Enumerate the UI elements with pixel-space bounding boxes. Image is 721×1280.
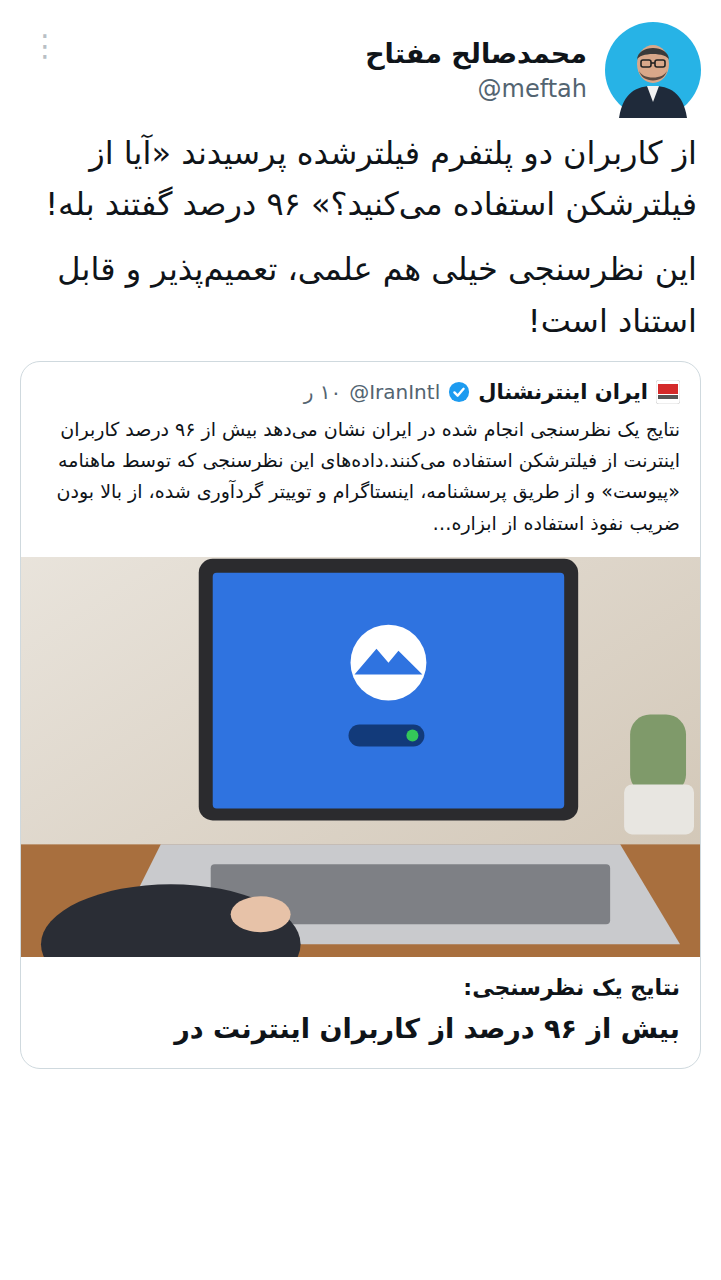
laptop-photo-icon — [21, 557, 700, 957]
quote-time[interactable]: ۱۰ ر — [304, 380, 342, 404]
quote-author-handle[interactable]: @IranIntl — [349, 380, 440, 404]
channel-logo-icon[interactable] — [656, 380, 680, 404]
quote-text: نتایج یک نظرسنجی انجام شده در ایران نشان… — [21, 414, 700, 539]
author-name[interactable]: محمدصالح مفتاح — [365, 38, 587, 69]
quote-author-name[interactable]: ایران اینترنشنال — [478, 380, 648, 404]
link-kicker: نتایج یک نظرسنجی: — [41, 973, 680, 1004]
tweet-paragraph: این نظرسنجی خیلی هم علمی، تعمیم‌پذیر و ق… — [20, 244, 697, 346]
tweet-screen: محمدصالح مفتاح @meftah ⋮ از کاربران دو پلتف… — [0, 0, 721, 1280]
tweet-text: از کاربران دو پلتفرم فیلترشده پرسیدند «آ… — [20, 128, 701, 347]
author-handle[interactable]: @meftah — [365, 75, 587, 103]
more-menu-icon[interactable]: ⋮ — [20, 28, 70, 63]
quoted-tweet[interactable]: ایران اینترنشنال @IranIntl ۱۰ ر نتایج یک نظ… — [20, 361, 701, 1069]
link-card[interactable]: نتایج یک نظرسنجی: بیش از ۹۶ درصد از کاربر… — [21, 957, 700, 1056]
author[interactable]: محمدصالح مفتاح @meftah — [365, 38, 587, 103]
link-headline: بیش از ۹۶ درصد از کاربران اینترنت در — [41, 1010, 680, 1048]
tweet-paragraph: از کاربران دو پلتفرم فیلترشده پرسیدند «آ… — [20, 128, 697, 230]
avatar-icon[interactable] — [605, 22, 701, 118]
article-photo — [21, 557, 700, 957]
verified-badge-icon — [448, 381, 470, 403]
quote-header: ایران اینترنشنال @IranIntl ۱۰ ر — [21, 362, 700, 404]
tweet-header: محمدصالح مفتاح @meftah ⋮ — [20, 22, 701, 118]
